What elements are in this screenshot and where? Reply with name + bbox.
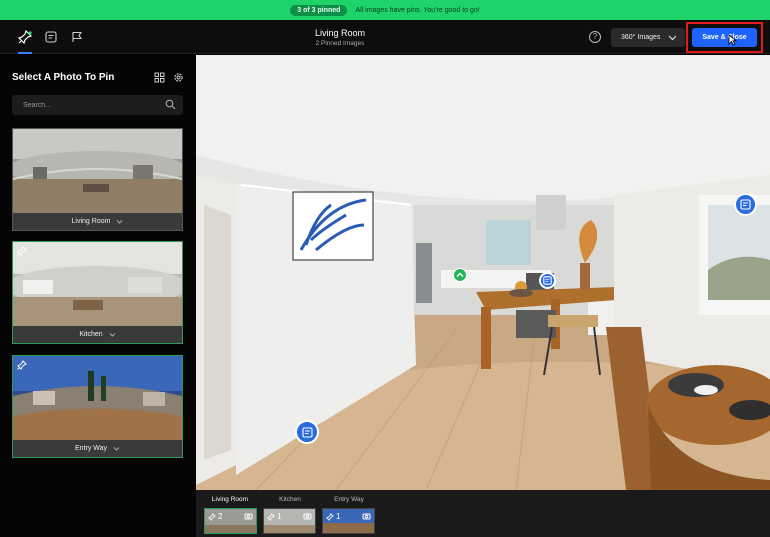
sidebar-title: Select A Photo To Pin <box>12 72 115 83</box>
chevron-down-icon <box>109 333 116 337</box>
note-icon <box>301 426 313 438</box>
filmstrip-item-entry-way[interactable]: 1 <box>322 508 375 534</box>
pin-count: 1 <box>326 512 340 521</box>
save-close-button[interactable]: Save & Close <box>692 28 757 47</box>
living-room-panorama <box>196 55 770 490</box>
pin-icon <box>208 512 216 521</box>
search-icon <box>165 99 176 110</box>
photo-search <box>12 95 183 115</box>
note-hotspot[interactable] <box>295 420 319 444</box>
photo-card-title: Kitchen <box>79 331 103 338</box>
gear-icon[interactable] <box>173 72 184 83</box>
chevron-down-icon <box>668 35 677 41</box>
view-type-value: 360° Images <box>621 34 661 41</box>
pin-icon <box>17 246 27 256</box>
pin-count: 1 <box>267 512 281 521</box>
note-hotspot[interactable] <box>734 193 757 216</box>
note-hotspot[interactable] <box>539 272 556 289</box>
camera-360-icon <box>362 513 371 520</box>
pin-count-value: 2 <box>218 512 223 521</box>
pin-icon <box>17 360 27 370</box>
image-filmstrip: Living Room Kitchen Entry Way 2 1 1 <box>196 490 770 537</box>
page-title-group: Living Room 2 Pinned Images <box>290 28 390 47</box>
navigation-hotspot[interactable] <box>453 268 467 282</box>
photo-card-kitchen[interactable]: Kitchen <box>12 241 183 344</box>
camera-360-icon <box>244 513 253 520</box>
page-title: Living Room <box>314 28 366 38</box>
photo-card-title: Living Room <box>71 218 111 225</box>
filmstrip-item-kitchen[interactable]: 1 <box>263 508 316 534</box>
note-icon <box>45 31 57 43</box>
photo-card-entry-way[interactable]: Entry Way <box>12 355 183 458</box>
pin-icon <box>18 30 32 44</box>
mouse-cursor-icon <box>728 34 737 46</box>
filmstrip-item-living-room[interactable]: 2 <box>204 508 257 534</box>
help-icon[interactable]: ? <box>589 31 601 43</box>
save-button-highlight: Save & Close <box>686 22 763 53</box>
chevron-down-icon <box>113 447 120 451</box>
pinned-count-badge: 3 of 3 pinned <box>290 4 348 16</box>
kitchen-thumbnail <box>13 242 182 327</box>
pin-icon <box>267 512 275 521</box>
filmstrip-label: Kitchen <box>279 496 301 503</box>
photo-card-label: Living Room <box>13 213 182 230</box>
flag-tool-button[interactable] <box>68 28 86 46</box>
pin-count-value: 1 <box>277 512 282 521</box>
living-room-thumbnail <box>13 129 182 214</box>
photo-card-living-room[interactable]: Living Room <box>12 128 183 231</box>
pin-icon <box>326 512 334 521</box>
entry-way-thumbnail <box>13 356 182 441</box>
sidebar-actions <box>154 72 184 83</box>
filmstrip-label: Entry Way <box>334 496 364 503</box>
panorama-viewer[interactable] <box>196 55 770 490</box>
status-banner: 3 of 3 pinned All images have pins. You'… <box>0 0 770 20</box>
camera-360-icon <box>303 513 312 520</box>
photo-card-label: Kitchen <box>13 326 182 343</box>
photo-sidebar: Select A Photo To Pin Living Room <box>0 55 196 537</box>
view-type-select[interactable]: 360° Images <box>611 28 685 47</box>
note-icon <box>740 199 751 210</box>
photo-card-label: Entry Way <box>13 440 182 457</box>
search-input[interactable] <box>12 95 162 115</box>
photo-card-title: Entry Way <box>74 445 108 452</box>
page-subtitle: 2 Pinned Images <box>315 40 365 47</box>
pin-count-value: 1 <box>336 512 341 521</box>
pin-tool-button[interactable] <box>16 28 34 54</box>
note-tool-button[interactable] <box>42 28 60 46</box>
note-icon <box>543 276 552 285</box>
flag-icon <box>72 31 83 42</box>
chevron-down-icon <box>117 220 123 224</box>
grid-view-icon[interactable] <box>154 72 165 83</box>
filmstrip-label: Living Room <box>211 496 249 503</box>
banner-message: All images have pins. You're good to go! <box>355 6 480 14</box>
chevron-up-icon <box>456 272 464 277</box>
pin-count: 2 <box>208 512 222 521</box>
